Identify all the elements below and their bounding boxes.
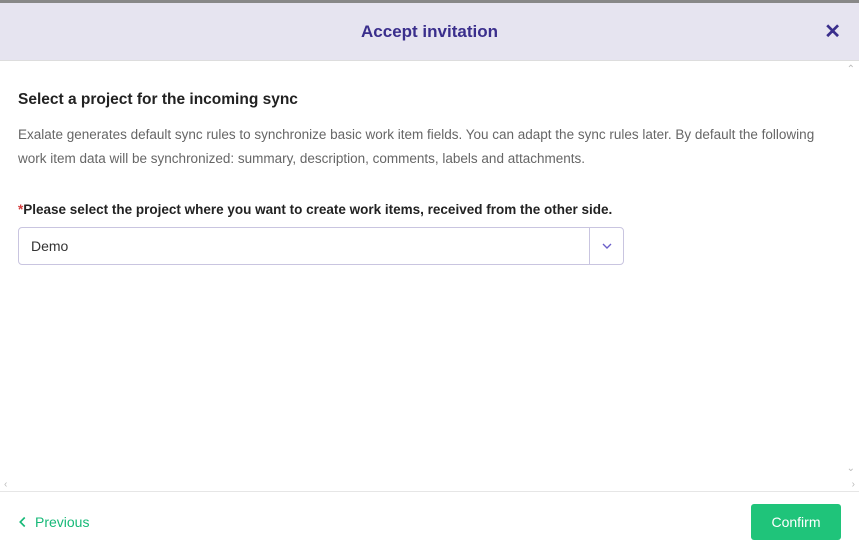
project-select-value: Demo xyxy=(19,238,589,254)
project-field-label: *Please select the project where you wan… xyxy=(18,202,841,217)
modal-header: Accept invitation ✕ xyxy=(0,3,859,61)
horizontal-scroll-track: ‹ › xyxy=(0,477,859,491)
previous-button[interactable]: Previous xyxy=(18,514,89,530)
section-title: Select a project for the incoming sync xyxy=(18,91,841,109)
scroll-down-icon: ⌄ xyxy=(847,463,855,474)
modal-footer: Previous Confirm xyxy=(0,491,859,551)
close-button[interactable]: ✕ xyxy=(824,22,841,42)
field-label-text: Please select the project where you want… xyxy=(23,202,612,217)
modal-body: ⌃ Select a project for the incoming sync… xyxy=(0,61,859,477)
project-select[interactable]: Demo xyxy=(18,227,624,265)
scroll-left-icon: ‹ xyxy=(4,479,7,490)
chevron-down-icon xyxy=(589,228,623,264)
previous-label: Previous xyxy=(35,514,89,530)
accept-invitation-modal: Accept invitation ✕ ⌃ Select a project f… xyxy=(0,0,859,551)
modal-title: Accept invitation xyxy=(361,22,498,42)
chevron-left-icon xyxy=(18,516,27,528)
confirm-button[interactable]: Confirm xyxy=(751,504,841,540)
section-description: Exalate generates default sync rules to … xyxy=(18,123,828,172)
scroll-right-icon: › xyxy=(852,479,855,490)
scroll-up-icon: ⌃ xyxy=(847,64,855,75)
